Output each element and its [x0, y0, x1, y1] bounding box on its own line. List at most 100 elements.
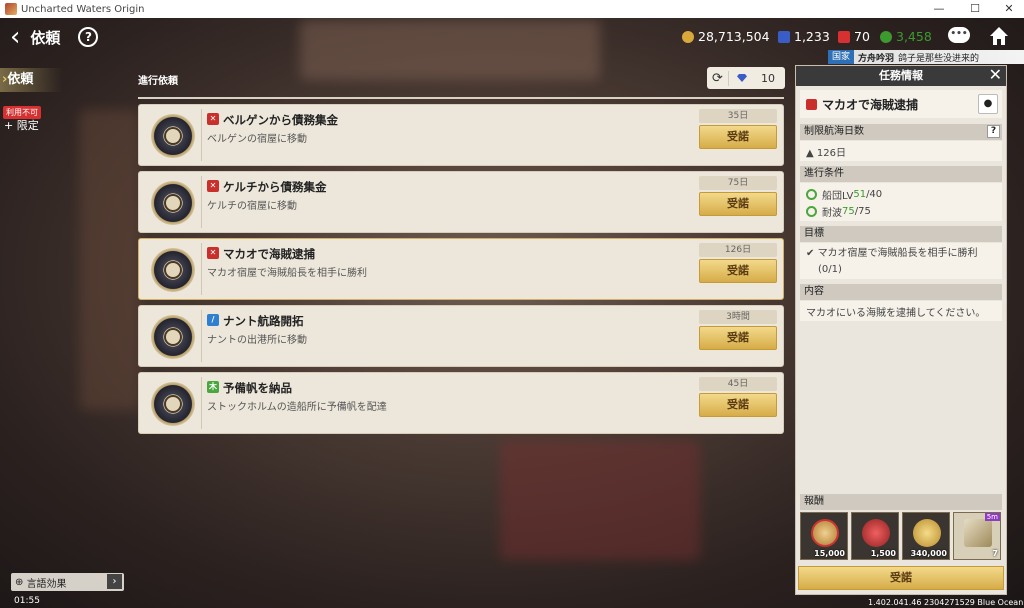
news-tag: 国家: [828, 50, 855, 64]
accept-button[interactable]: 受諾: [699, 393, 777, 417]
reward-medal-item[interactable]: 15,000: [800, 512, 848, 560]
row-divider: [201, 176, 202, 228]
points-value: 3,458: [896, 29, 932, 44]
list-divider: [138, 97, 784, 99]
close-window-button[interactable]: ✕: [992, 0, 1024, 18]
compass-emblem-icon: [151, 114, 195, 158]
quest-title: 予備帆を納品: [223, 381, 292, 395]
row-divider: [201, 109, 202, 161]
quest-duration: 75日: [699, 176, 777, 190]
ship-icon: ▲: [806, 148, 817, 159]
background-shelf: [80, 110, 140, 410]
reward-tag: 5m: [984, 513, 1000, 521]
quest-info-panel: 任務情報 ✕ マカオで海賊逮捕 ● 制限航海日数? ▲ 126日 進行条件 船団…: [795, 65, 1007, 595]
condition-total: /75: [854, 206, 871, 217]
window-title: Uncharted Waters Origin: [21, 3, 145, 15]
quest-row[interactable]: 木予備帆を納品ストックホルムの造船所に予備帆を配達 45日受諾: [138, 372, 784, 434]
coin-icon: [682, 30, 694, 43]
help-icon[interactable]: ?: [78, 27, 99, 47]
refresh-control[interactable]: ⟳ 10: [707, 67, 785, 89]
globe-icon: ⊕: [15, 576, 27, 588]
rubies-counter: 70: [838, 29, 870, 44]
goal-body: ✔ マカオ宿屋で海賊船長を相手に勝利 (0/1): [800, 243, 1002, 279]
condition-current: 75: [842, 206, 855, 217]
language-effect-button[interactable]: ⊕ 言語効果 ›: [11, 573, 124, 591]
reward-count: 340,000: [910, 549, 947, 558]
quest-row[interactable]: / ナント航路開拓 ナントの出港所に移動 3時間 受諾: [138, 305, 784, 367]
reward-coin-item[interactable]: 340,000: [902, 512, 950, 560]
gem-icon: [737, 74, 747, 82]
fame-laurel-icon: [862, 519, 890, 547]
condition-current: 51: [853, 189, 867, 200]
quest-row[interactable]: ✕ ケルチから債務集金ケルチの宿屋に移動 75日受諾: [138, 171, 784, 233]
app-icon: [5, 3, 17, 15]
refresh-cost: 10: [761, 71, 775, 85]
checkmark-icon: ✔: [806, 248, 818, 259]
check-ring-icon: [806, 189, 817, 200]
compass-emblem-icon: [151, 248, 195, 292]
rubies-value: 70: [854, 29, 870, 44]
row-divider: [201, 377, 202, 429]
limit-body: ▲ 126日: [800, 141, 1002, 161]
reward-count: 15,000: [814, 549, 845, 558]
limit-section-header: 制限航海日数?: [800, 124, 1002, 140]
news-text: 鸽子是那些没进来的: [898, 53, 980, 64]
news-author: 方舟吟羽: [858, 53, 895, 64]
reward-scroll-item[interactable]: 5m 7: [953, 512, 1001, 560]
quest-row[interactable]: ✕ ベルゲンから債務集金 ベルゲンの宿屋に移動 35日 受諾: [138, 104, 784, 166]
quest-duration: 3時間: [699, 310, 777, 324]
trade-quest-icon: 木: [207, 381, 219, 393]
background-window: [300, 20, 600, 80]
accept-button[interactable]: 受諾: [699, 192, 777, 216]
ship-wheel-icon: [880, 30, 892, 43]
back-arrow-icon[interactable]: ‹: [10, 24, 20, 50]
accept-button[interactable]: 受諾: [699, 326, 777, 350]
quest-duration: 35日: [699, 109, 777, 123]
question-icon[interactable]: ?: [987, 125, 1000, 138]
points-counter: 3,458: [880, 29, 932, 44]
quest-row[interactable]: ✕ マカオで海賊逮捕 マカオ宿屋で海賊船長を相手に勝利 126日 受諾: [138, 238, 784, 300]
ruby-icon: [838, 30, 850, 43]
panel-title: 任務情報: [879, 69, 923, 82]
reward-count: 1,500: [870, 549, 896, 558]
accept-button[interactable]: 受諾: [699, 125, 777, 149]
chat-icon[interactable]: •••: [948, 27, 970, 43]
quest-duration: 45日: [699, 377, 777, 391]
panel-accept-button[interactable]: 受諾: [798, 566, 1004, 590]
list-heading: 進行依頼: [138, 76, 178, 87]
battle-quest-icon: ✕: [207, 113, 219, 125]
panel-header: 任務情報 ✕: [796, 66, 1006, 86]
conditions-section-header: 進行条件: [800, 166, 1002, 182]
condition-label: 耐波: [822, 208, 842, 219]
content-section-header: 内容: [800, 284, 1002, 300]
sidebar-tab-limited[interactable]: + 限定: [4, 117, 39, 133]
limit-label: 制限航海日数: [804, 126, 864, 137]
goal-section-header: 目標: [800, 226, 1002, 242]
chevron-right-icon[interactable]: ›: [107, 574, 122, 589]
accept-button[interactable]: 受諾: [699, 259, 777, 283]
quest-description: ケルチの宿屋に移動: [207, 201, 297, 212]
quest-description: マカオ宿屋で海賊船長を相手に勝利: [207, 268, 367, 279]
map-pin-icon[interactable]: ●: [978, 94, 998, 114]
goal-text: マカオ宿屋で海賊船長を相手に勝利: [817, 248, 978, 259]
condition-row: 船団LV 51/40: [806, 186, 996, 203]
quest-description: ストックホルムの造船所に予備帆を配達: [207, 402, 387, 413]
refresh-icon[interactable]: ⟳: [707, 70, 729, 86]
home-icon[interactable]: [988, 25, 1010, 47]
close-icon[interactable]: ✕: [989, 67, 1002, 83]
scroll-icon: [964, 519, 992, 547]
gems-counter: 1,233: [778, 29, 830, 44]
row-divider: [201, 310, 202, 362]
reward-count: 7: [992, 549, 998, 558]
gems-value: 1,233: [794, 29, 830, 44]
sidebar-tab-requests[interactable]: ›依頼: [0, 68, 62, 92]
medal-icon: [811, 519, 839, 547]
clock: 01:55: [14, 596, 40, 606]
battle-quest-icon: ✕: [207, 180, 219, 192]
condition-row: 耐波 75/75: [806, 203, 996, 220]
minimize-button[interactable]: —: [922, 0, 956, 18]
reward-fame-item[interactable]: 1,500: [851, 512, 899, 560]
goal-progress: (0/1): [818, 264, 842, 275]
quest-title: ケルチから債務集金: [223, 180, 327, 194]
maximize-button[interactable]: ☐: [958, 0, 992, 18]
